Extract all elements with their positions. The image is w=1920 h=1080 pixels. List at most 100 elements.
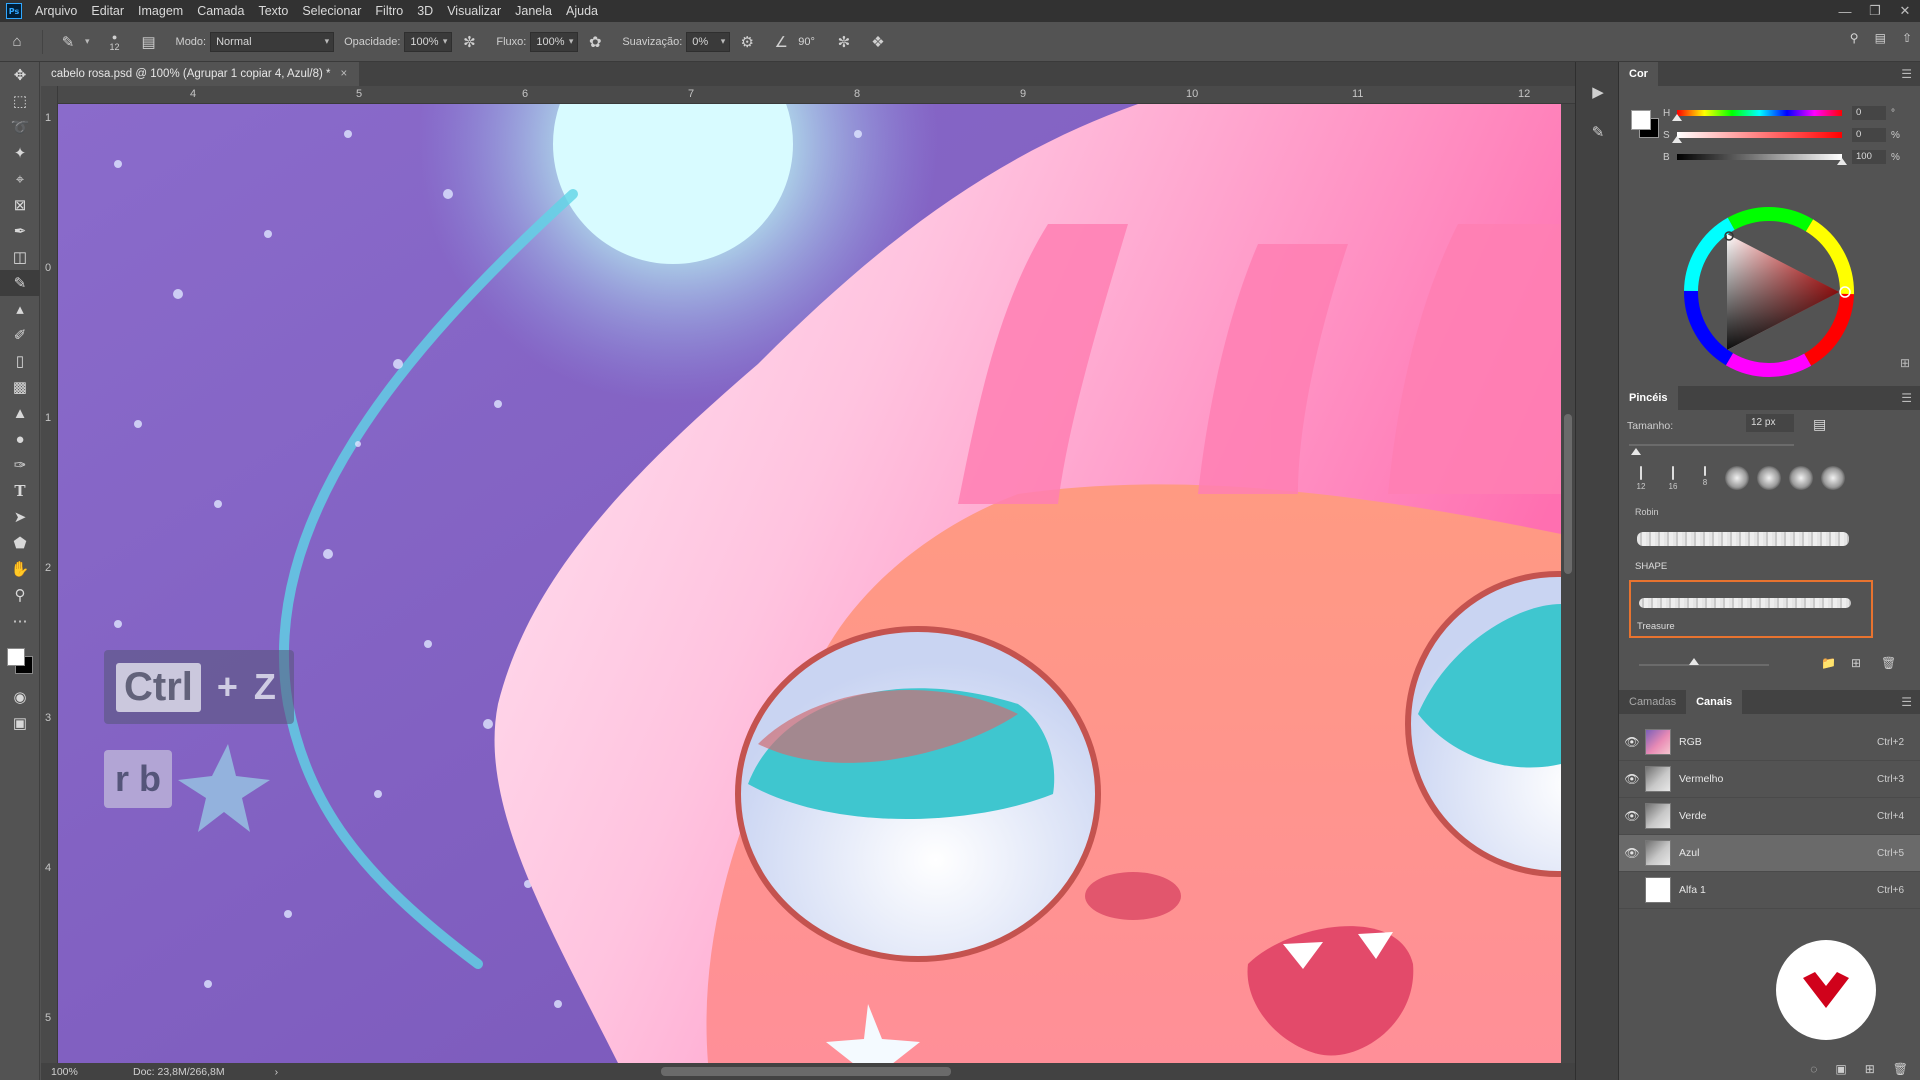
tab-cor[interactable]: Cor [1619,62,1658,86]
menu-3d[interactable]: 3D [410,0,440,22]
eyedropper-tool-icon[interactable]: ✒ [0,218,40,244]
gradient-tool-icon[interactable]: ▩ [0,374,40,400]
menu-selecionar[interactable]: Selecionar [295,0,368,22]
channel-row-alfa[interactable]: Alfa 1 Ctrl+6 [1619,872,1920,909]
brightness-value[interactable]: 100 [1852,150,1886,164]
photoshop-logo[interactable]: Ps [6,3,22,19]
preview-size-knob[interactable] [1689,658,1699,665]
smoothing-field[interactable]: 0% ▾ [686,31,731,52]
menu-editar[interactable]: Editar [84,0,131,22]
preset-soft[interactable] [1789,466,1813,496]
type-tool-icon[interactable]: T [0,478,40,504]
preset-soft[interactable] [1725,466,1749,496]
gear-icon[interactable]: ⚙ [736,31,758,53]
horizontal-scrollbar[interactable] [661,1067,951,1076]
history-brush-tool-icon[interactable]: ✐ [0,322,40,348]
new-channel-icon[interactable]: ⊞ [1865,1062,1875,1076]
tab-camadas[interactable]: Camadas [1619,690,1686,714]
quick-mask-icon[interactable]: ◉ [0,684,40,710]
tab-pinceis[interactable]: Pincéis [1619,386,1678,410]
clone-stamp-tool-icon[interactable]: ▴ [0,296,40,322]
preset-hard-8[interactable]: 8 [1693,466,1717,496]
blur-tool-icon[interactable]: ▲ [0,400,40,426]
status-menu-icon[interactable]: › [275,1066,279,1078]
menu-janela[interactable]: Janela [508,0,559,22]
saturation-knob[interactable] [1672,136,1682,143]
brush-size-picker[interactable]: ● 12 [104,31,126,53]
hue-knob[interactable] [1672,114,1682,121]
restore-icon[interactable]: ❐ [1860,0,1890,22]
size-slider-knob[interactable] [1631,448,1641,455]
size-input[interactable]: 12 px [1746,414,1794,432]
hue-slider[interactable] [1672,110,1842,121]
symmetry-icon[interactable]: ❖ [867,31,889,53]
expand-icon[interactable]: ⊞ [1900,356,1910,370]
menu-texto[interactable]: Texto [251,0,295,22]
brush-preview-icon[interactable]: ▤ [1813,416,1826,433]
foreground-color-swatch[interactable] [7,648,25,666]
new-brush-icon[interactable]: ⊞ [1851,656,1861,670]
magic-wand-tool-icon[interactable]: ✦ [0,140,40,166]
eye-icon[interactable]: 👁 [1619,835,1645,872]
saturation-value[interactable]: 0 [1852,128,1886,142]
channel-row-vermelho[interactable]: 👁 Vermelho Ctrl+3 [1619,761,1920,798]
document-canvas[interactable] [58,104,1561,1063]
eye-icon[interactable]: 👁 [1619,724,1645,761]
panel-menu-icon[interactable]: ☰ [1901,67,1912,81]
menu-camada[interactable]: Camada [190,0,251,22]
mode-select[interactable]: Normal ▾ [210,31,335,52]
color-wheel[interactable] [1679,202,1859,382]
crop-tool-icon[interactable]: ⌖ [0,166,40,192]
preset-soft[interactable] [1757,466,1781,496]
trash-icon[interactable]: 🗑 [1893,1062,1908,1076]
opacity-field[interactable]: 100% ▾ [404,31,453,52]
pressure-size-icon[interactable]: ✼ [833,31,855,53]
eye-toggle-empty[interactable] [1619,872,1645,909]
channel-row-azul[interactable]: 👁 Azul Ctrl+5 [1619,835,1920,872]
menu-filtro[interactable]: Filtro [368,0,410,22]
zoom-level[interactable]: 100% [51,1066,111,1078]
eye-icon[interactable]: 👁 [1619,798,1645,835]
shape-tool-icon[interactable]: ⬟ [0,530,40,556]
brush-settings-icon[interactable]: ▤ [138,31,160,53]
trash-icon[interactable]: 🗑 [1881,656,1896,670]
home-icon[interactable]: ⌂ [6,31,28,53]
scrollbar-thumb[interactable] [1564,414,1572,574]
eye-icon[interactable]: 👁 [1619,761,1645,798]
load-selection-icon[interactable]: ◌ [1810,1062,1817,1076]
panel-menu-icon[interactable]: ☰ [1901,391,1912,405]
vertical-scrollbar[interactable] [1561,104,1575,1063]
channel-row-rgb[interactable]: 👁 RGB Ctrl+2 [1619,724,1920,761]
folder-icon[interactable]: 📁 [1821,656,1836,670]
search-icon[interactable]: ⚲ [1850,31,1859,45]
airbrush-icon[interactable]: ✿ [584,31,606,53]
flow-field[interactable]: 100% ▾ [530,31,579,52]
menu-arquivo[interactable]: Arquivo [28,0,84,22]
hand-tool-icon[interactable]: ✋ [0,556,40,582]
share-icon[interactable]: ⇧ [1902,31,1912,45]
lasso-tool-icon[interactable]: ➰ [0,114,40,140]
eraser-tool-icon[interactable]: ▯ [0,348,40,374]
path-selection-tool-icon[interactable]: ➤ [0,504,40,530]
brightness-slider[interactable] [1677,154,1847,165]
play-icon[interactable]: ▶ [1576,72,1620,112]
brightness-knob[interactable] [1837,158,1847,165]
menu-ajuda[interactable]: Ajuda [559,0,605,22]
pressure-opacity-icon[interactable]: ✼ [458,31,480,53]
close-tab-icon[interactable]: × [341,68,348,80]
brush-name[interactable]: Robin [1629,506,1875,518]
size-slider[interactable] [1629,444,1794,446]
save-selection-icon[interactable]: ▣ [1835,1062,1846,1076]
frame-tool-icon[interactable]: ⊠ [0,192,40,218]
menu-imagem[interactable]: Imagem [131,0,190,22]
close-icon[interactable]: ✕ [1890,0,1920,22]
move-tool-icon[interactable]: ✥ [0,62,40,88]
menu-visualizar[interactable]: Visualizar [440,0,508,22]
tab-canais[interactable]: Canais [1686,690,1743,714]
preset-hard-12[interactable]: 12 [1629,466,1653,496]
healing-brush-tool-icon[interactable]: ◫ [0,244,40,270]
marquee-tool-icon[interactable]: ⬚ [0,88,40,114]
angle-value[interactable]: 90° [798,36,815,48]
zoom-tool-icon[interactable]: ⚲ [0,582,40,608]
document-tab[interactable]: cabelo rosa.psd @ 100% (Agrupar 1 copiar… [41,62,360,86]
